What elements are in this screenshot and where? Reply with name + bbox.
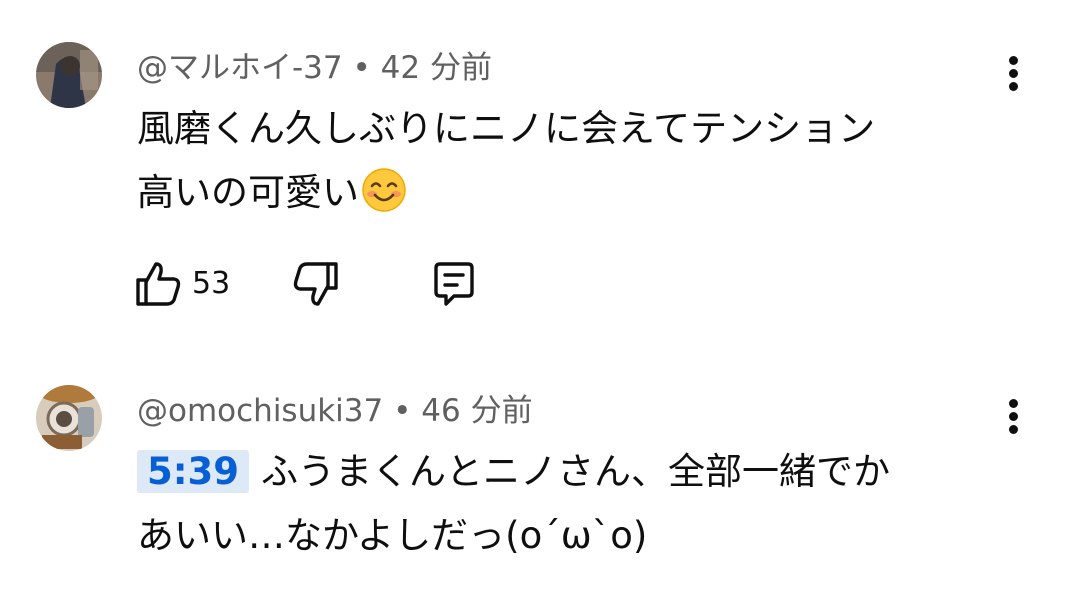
comment-text-segment: 高いの可愛い <box>137 171 359 214</box>
more-vert-icon[interactable] <box>996 395 1030 439</box>
comment-text-line: 風磨くん久しぶりにニノに会えてテンション <box>137 107 876 150</box>
like-count: 53 <box>192 266 231 301</box>
comment-item: @マルホイ-37 • 42 分前 風磨くん久しぶりにニノに会えてテンション 高い… <box>0 0 1079 340</box>
avatar[interactable] <box>36 385 102 451</box>
thumbs-up-icon[interactable] <box>132 258 184 310</box>
meta-separator: • <box>393 393 412 429</box>
reply-comment-icon[interactable] <box>428 258 480 310</box>
avatar[interactable] <box>36 42 102 108</box>
avatar-image <box>36 385 102 451</box>
comment-text-segment: ふうまくんとニノさん、全部一緒でか <box>261 450 891 493</box>
avatar-image <box>36 42 102 108</box>
comment-text: 5:39 ふうまくんとニノさん、全部一緒でか あいい…なかよしだっ(o´ω`o) <box>137 440 997 568</box>
comment-text-line: 5:39 ふうまくんとニノさん、全部一緒でか <box>137 440 997 504</box>
comment-meta: @マルホイ-37 • 42 分前 <box>137 48 492 88</box>
comment-item: @omochisuki37 • 46 分前 5:39 ふうまくんとニノさん、全部一… <box>0 340 1079 599</box>
comment-text: 風磨くん久しぶりにニノに会えてテンション 高いの可愛い <box>137 97 997 225</box>
smiling-face-emoji-icon <box>362 168 406 212</box>
comment-time: 46 分前 <box>421 393 533 429</box>
comment-time: 42 分前 <box>380 50 492 86</box>
timestamp-link[interactable]: 5:39 <box>137 450 250 493</box>
meta-separator: • <box>352 50 371 86</box>
more-vert-icon[interactable] <box>996 52 1030 96</box>
comment-meta: @omochisuki37 • 46 分前 <box>137 391 533 431</box>
thumbs-down-icon[interactable] <box>290 258 342 310</box>
comment-actions: 53 <box>132 258 532 314</box>
author-name[interactable]: @マルホイ-37 <box>137 50 343 86</box>
author-name[interactable]: @omochisuki37 <box>137 393 383 429</box>
comment-text-line: あいい…なかよしだっ(o´ω`o) <box>137 514 648 557</box>
comment-text-line: 高いの可愛い <box>137 161 997 225</box>
